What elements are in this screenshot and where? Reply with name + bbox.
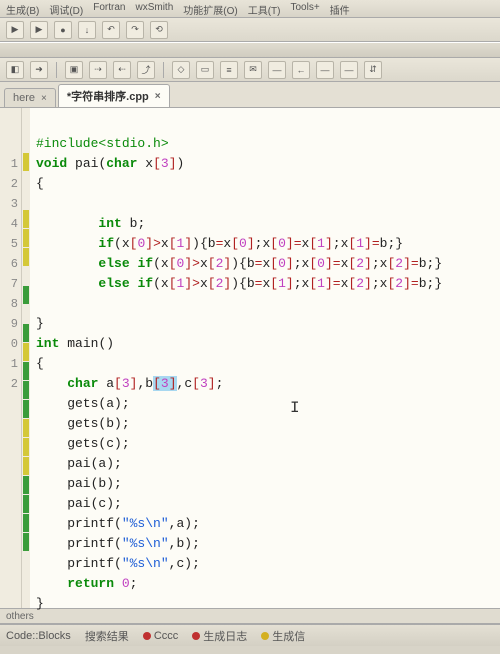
prev-icon[interactable]: ⇠ xyxy=(113,61,131,79)
tab-current-file[interactable]: *字符串排序.cpp × xyxy=(58,84,170,107)
tab-other[interactable]: here × xyxy=(4,88,56,107)
menu-item[interactable]: 调试(D) xyxy=(49,2,83,15)
code-editor[interactable]: 123 456 789 012 #include<stdio.h> void p… xyxy=(0,108,500,608)
select-button[interactable]: ➜ xyxy=(30,61,48,79)
menu-item[interactable]: Fortran xyxy=(93,2,125,15)
pane-divider xyxy=(0,42,500,58)
run-button[interactable]: ▶ xyxy=(6,21,24,39)
text-caret-icon: I xyxy=(290,398,300,418)
dash-icon[interactable]: — xyxy=(268,61,286,79)
dash3-icon[interactable]: — xyxy=(340,61,358,79)
debug-toolbar: ▶ ▶ ● ↓ ↶ ↷ ⟲ xyxy=(0,18,500,42)
bottom-tabs: Code::Blocks 搜索结果 Cccc 生成日志 生成信 xyxy=(0,624,500,646)
code-area[interactable]: #include<stdio.h> void pai(char x[3]) { … xyxy=(30,108,500,608)
close-icon[interactable]: × xyxy=(41,93,47,104)
tab-cccc[interactable]: Cccc xyxy=(143,630,178,642)
separator xyxy=(163,62,164,78)
editor-tabs: here × *字符串排序.cpp × xyxy=(0,82,500,108)
rect-icon[interactable]: ▭ xyxy=(196,61,214,79)
tab-search-results[interactable]: 搜索结果 xyxy=(85,628,129,644)
sort-icon[interactable]: ⇵ xyxy=(364,61,382,79)
panel-label: others xyxy=(0,608,500,624)
red-dot-icon xyxy=(143,632,151,640)
change-marker-gutter xyxy=(22,108,30,608)
back-icon[interactable]: ← xyxy=(292,61,310,79)
menu-item[interactable]: 生成(B) xyxy=(6,2,39,15)
edit-toolbar: ◧ ➜ ▣ ⇢ ⇠ ⤴ ◇ ▭ ≡ ✉ — ← — — ⇵ xyxy=(0,58,500,82)
close-icon[interactable]: × xyxy=(155,91,161,102)
line-number-gutter: 123 456 789 012 xyxy=(0,108,22,608)
menu-item[interactable]: 工具(T) xyxy=(248,2,281,15)
tab-label: here xyxy=(13,92,35,104)
menu-item[interactable]: 插件 xyxy=(330,2,350,15)
toggle-button[interactable]: ◧ xyxy=(6,61,24,79)
menu-item[interactable]: 功能扩展(O) xyxy=(183,2,237,15)
menu-item[interactable]: wxSmith xyxy=(135,2,173,15)
list-icon[interactable]: ≡ xyxy=(220,61,238,79)
step-over-button[interactable]: ↶ xyxy=(102,21,120,39)
next-icon[interactable]: ⇢ xyxy=(89,61,107,79)
run-cursor-button[interactable]: ▶ xyxy=(30,21,48,39)
tab-build-messages[interactable]: 生成信 xyxy=(261,628,305,644)
yellow-dot-icon xyxy=(261,632,269,640)
diamond-icon[interactable]: ◇ xyxy=(172,61,190,79)
step-out-button[interactable]: ↷ xyxy=(126,21,144,39)
restart-button[interactable]: ⟲ xyxy=(150,21,168,39)
dash2-icon[interactable]: — xyxy=(316,61,334,79)
tab-label: *字符串排序.cpp xyxy=(67,88,149,104)
stop-button[interactable]: ● xyxy=(54,21,72,39)
menu-item[interactable]: Tools+ xyxy=(291,2,320,15)
separator xyxy=(56,62,57,78)
step-into-button[interactable]: ↓ xyxy=(78,21,96,39)
tab-build-log[interactable]: 生成日志 xyxy=(192,628,247,644)
mail-icon[interactable]: ✉ xyxy=(244,61,262,79)
red-dot-icon xyxy=(192,632,200,640)
jump-icon[interactable]: ⤴ xyxy=(137,61,155,79)
menu-bar: 生成(B) 调试(D) Fortran wxSmith 功能扩展(O) 工具(T… xyxy=(0,0,500,18)
cursor-icon[interactable]: ▣ xyxy=(65,61,83,79)
